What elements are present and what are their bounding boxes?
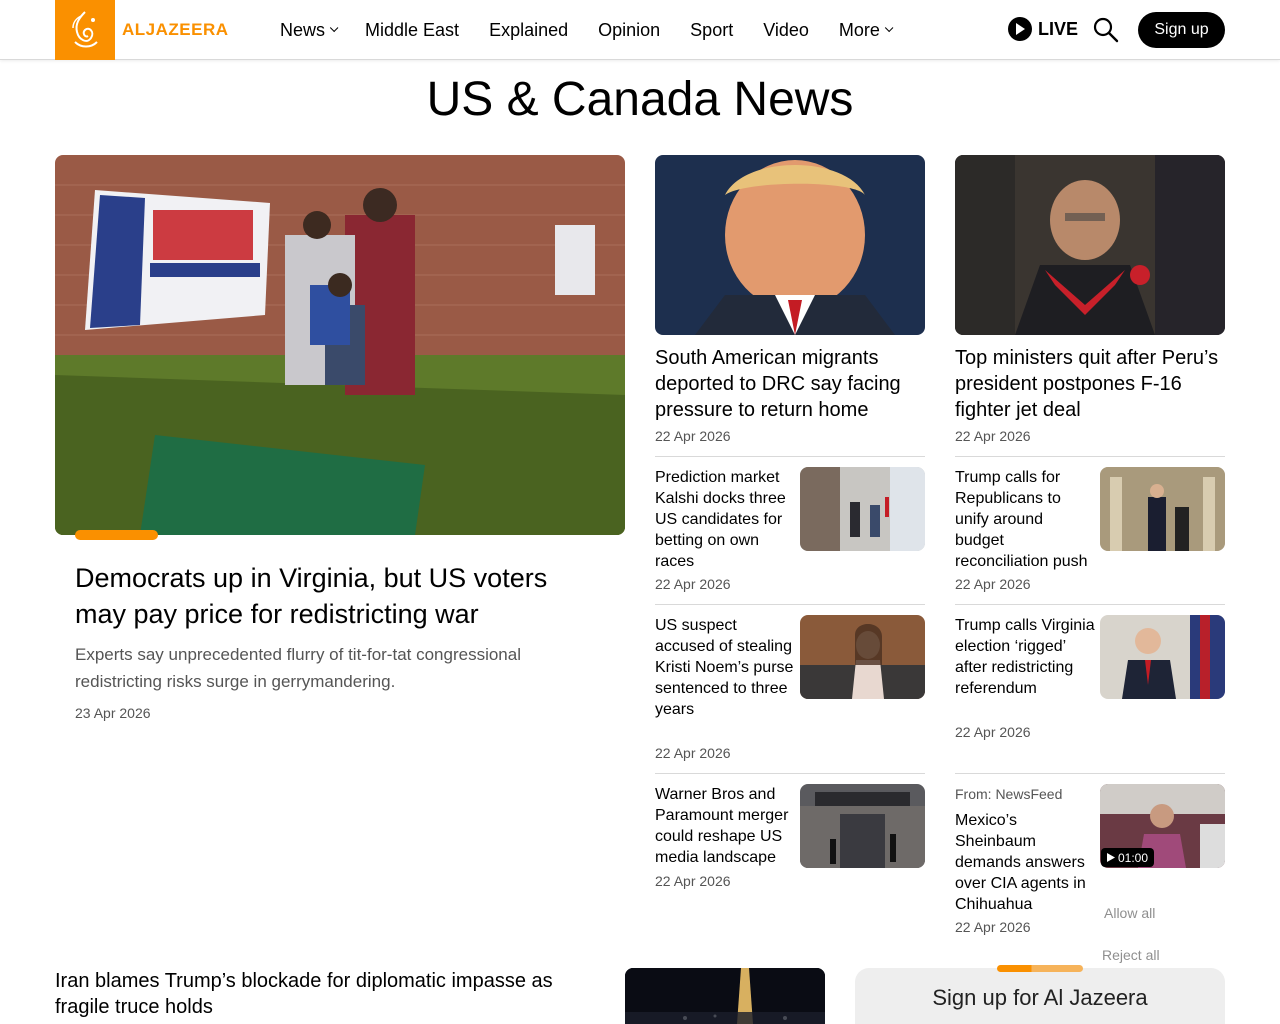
allow-all-cookies-link[interactable]: Allow all xyxy=(1104,905,1155,921)
item-title-noem-purse[interactable]: US suspect accused of stealing Kristi No… xyxy=(655,615,795,720)
nav-item-news[interactable]: News xyxy=(280,19,339,41)
item-date: 22 Apr 2026 xyxy=(655,873,731,889)
nav-item-more[interactable]: More xyxy=(838,19,894,41)
video-duration-badge[interactable]: 01:00 xyxy=(1101,848,1155,867)
nav-item-video[interactable]: Video xyxy=(763,20,809,41)
item-title-warner-paramount[interactable]: Warner Bros and Paramount merger could r… xyxy=(655,784,795,868)
nav-label: Video xyxy=(763,19,809,40)
logo-wordmark[interactable]: ALJAZEERA xyxy=(122,20,229,40)
article-image-iran[interactable] xyxy=(625,968,825,1024)
reject-all-cookies-link[interactable]: Reject all xyxy=(1102,947,1160,963)
video-duration: 01:00 xyxy=(1118,850,1149,865)
item-image-noem-purse[interactable] xyxy=(800,615,925,699)
item-source-label: From: NewsFeed xyxy=(955,786,1063,802)
nav-label: Middle East xyxy=(365,19,460,40)
divider xyxy=(955,456,1225,457)
chevron-down-icon xyxy=(329,23,339,33)
live-label: LIVE xyxy=(1038,18,1079,39)
newsletter-signup-panel: Sign up for Al Jazeera xyxy=(855,968,1225,1024)
card-image-peru[interactable] xyxy=(955,155,1225,335)
item-date: 22 Apr 2026 xyxy=(655,745,731,761)
nav-item-middle-east[interactable]: Middle East xyxy=(365,20,459,41)
item-date: 22 Apr 2026 xyxy=(955,919,1031,935)
featured-accent-bar xyxy=(75,530,158,540)
main-nav: News Middle East Explained Opinion Sport… xyxy=(280,0,920,60)
item-image-kalshi[interactable] xyxy=(800,467,925,551)
divider xyxy=(655,773,925,774)
divider xyxy=(955,773,1225,774)
nav-label: Opinion xyxy=(598,19,661,40)
item-image-warner-paramount[interactable] xyxy=(800,784,925,868)
live-button[interactable]: LIVE xyxy=(1008,17,1078,41)
card-title-peru[interactable]: Top ministers quit after Peru’s presiden… xyxy=(955,345,1225,423)
item-title-virginia-rigged[interactable]: Trump calls Virginia election ‘rigged’ a… xyxy=(955,615,1095,699)
item-date: 22 Apr 2026 xyxy=(955,576,1031,592)
panel-accent-strip xyxy=(997,965,1083,972)
chevron-down-icon xyxy=(884,23,894,33)
play-icon xyxy=(1008,17,1032,41)
item-date: 22 Apr 2026 xyxy=(955,724,1031,740)
card-title-migrants[interactable]: South American migrants deported to DRC … xyxy=(655,345,925,423)
search-icon[interactable] xyxy=(1093,17,1119,43)
featured-image[interactable] xyxy=(55,155,625,535)
play-icon xyxy=(1107,853,1115,862)
signup-button[interactable]: Sign up xyxy=(1138,12,1225,48)
item-title-sheinbaum[interactable]: Mexico’s Sheinbaum demands answers over … xyxy=(955,810,1095,915)
nav-label: More xyxy=(838,19,880,40)
divider xyxy=(655,604,925,605)
aljazeera-logo-icon[interactable] xyxy=(55,0,115,60)
featured-description: Experts say unprecedented flurry of tit-… xyxy=(75,645,521,691)
nav-label: Sport xyxy=(690,19,734,40)
item-title-budget-reconciliation[interactable]: Trump calls for Republicans to unify aro… xyxy=(955,467,1095,572)
page-title: US & Canada News xyxy=(426,73,854,126)
nav-item-sport[interactable]: Sport xyxy=(690,20,733,41)
newsletter-signup-title: Sign up for Al Jazeera xyxy=(932,985,1148,1010)
nav-item-opinion[interactable]: Opinion xyxy=(598,20,660,41)
divider xyxy=(655,456,925,457)
item-image-budget-reconciliation[interactable] xyxy=(1100,467,1225,551)
article-title-iran[interactable]: Iran blames Trump’s blockade for diploma… xyxy=(55,968,575,1020)
nav-label: Explained xyxy=(489,19,569,40)
card-date: 22 Apr 2026 xyxy=(655,428,731,444)
featured-date: 23 Apr 2026 xyxy=(75,705,151,721)
featured-title[interactable]: Democrats up in Virginia, but US voters … xyxy=(75,560,595,632)
card-date: 22 Apr 2026 xyxy=(955,428,1031,444)
item-image-virginia-rigged[interactable] xyxy=(1100,615,1225,699)
divider xyxy=(955,604,1225,605)
nav-item-explained[interactable]: Explained xyxy=(489,20,568,41)
site-header: ALJAZEERA News Middle East Explained Opi… xyxy=(0,0,1280,60)
card-image-migrants[interactable] xyxy=(655,155,925,335)
nav-label: News xyxy=(280,19,326,40)
item-title-kalshi[interactable]: Prediction market Kalshi docks three US … xyxy=(655,467,795,572)
item-date: 22 Apr 2026 xyxy=(655,576,731,592)
